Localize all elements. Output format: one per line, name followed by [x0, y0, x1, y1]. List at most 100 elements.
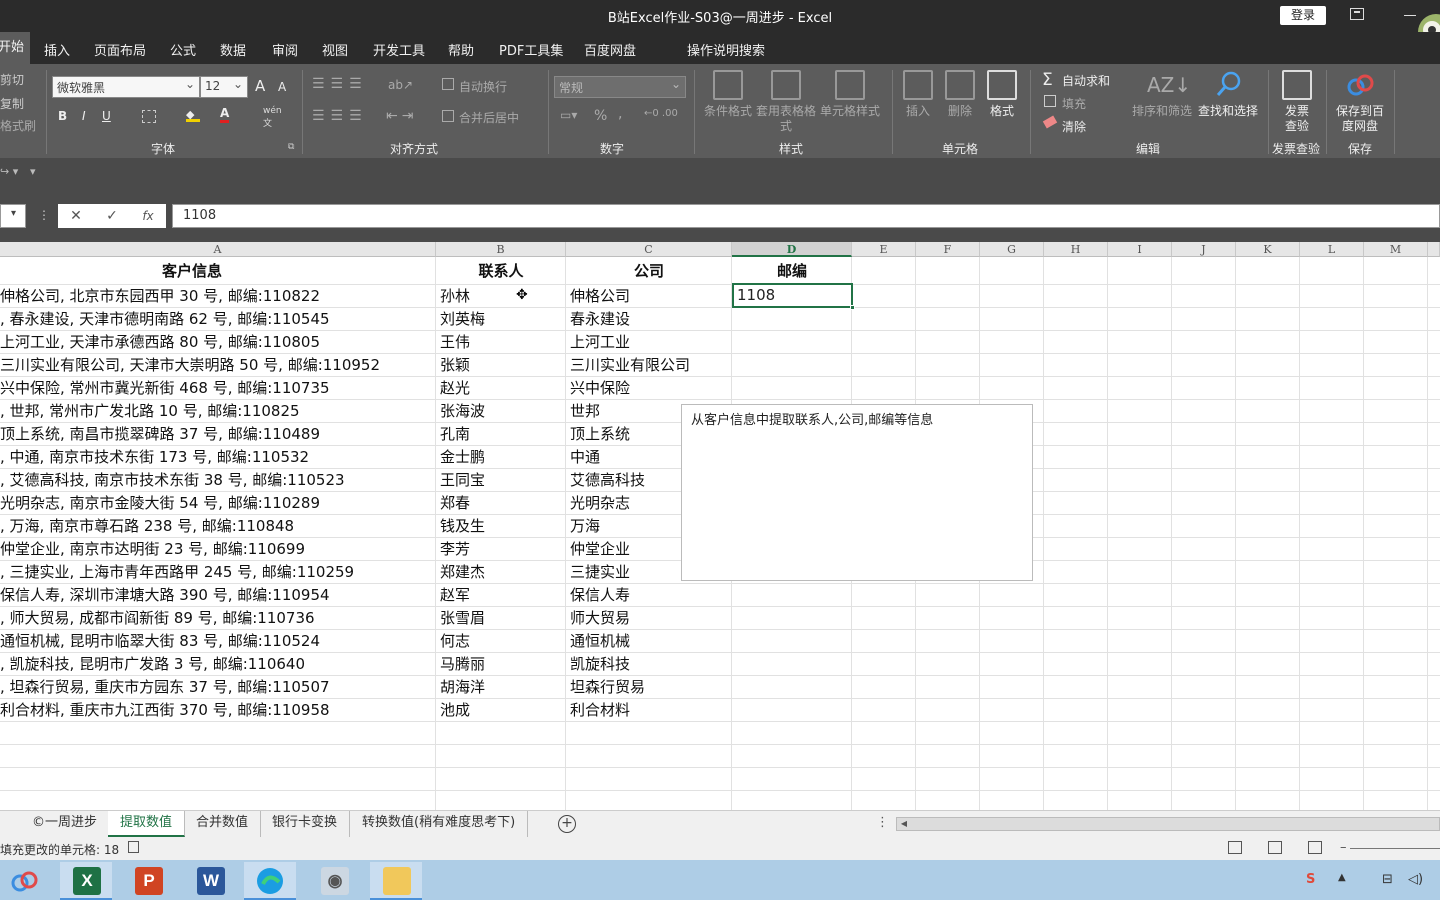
header-cell-customer-info[interactable]: 客户信息 [0, 258, 384, 284]
clear-button[interactable]: 清除 [1062, 118, 1086, 135]
row-cell-company[interactable]: 利合材料 [570, 699, 732, 722]
sheet-tab-convert[interactable]: 转换数值(稍有难度思考下) [350, 811, 529, 837]
taskbar-word[interactable]: W [184, 862, 236, 900]
tab-help[interactable]: 帮助 [448, 40, 474, 59]
normal-view-icon[interactable] [1228, 841, 1242, 854]
tab-developer[interactable]: 开发工具 [373, 40, 425, 59]
vertical-align-icons[interactable]: ☰☰☰ [312, 76, 368, 92]
row-cell-customer-info[interactable]: , 师大贸易, 成都市阎新街 89 号, 邮编:110736 [0, 607, 436, 630]
ribbon-display-options-icon[interactable] [1350, 8, 1364, 20]
wrap-text-button[interactable]: 自动换行 [459, 78, 507, 95]
column-header-m[interactable]: M [1364, 242, 1428, 257]
row-cell-company[interactable]: 兴中保险 [570, 377, 732, 400]
row-cell-company[interactable]: 通恒机械 [570, 630, 732, 653]
column-header-c[interactable]: C [566, 242, 732, 257]
name-box[interactable]: ▾ [0, 204, 26, 228]
row-cell-customer-info[interactable]: 利合材料, 重庆市九江西街 370 号, 邮编:110958 [0, 699, 436, 722]
row-cell-contact[interactable]: 王同宝 [440, 469, 566, 492]
taskbar-edge[interactable] [244, 862, 296, 900]
borders-icon[interactable] [142, 110, 156, 123]
row-cell-contact[interactable]: 郑建杰 [440, 561, 566, 584]
customize-toolbar-icon[interactable]: ▾ [30, 165, 36, 178]
column-header-d[interactable]: D [732, 242, 852, 257]
column-header-i[interactable]: I [1108, 242, 1172, 257]
column-header-g[interactable]: G [980, 242, 1044, 257]
tab-view[interactable]: 视图 [322, 40, 348, 59]
worksheet-grid[interactable]: A B C D E F G H I J K L M 客户信息 联系人 公司 邮编… [0, 242, 1440, 810]
add-sheet-icon[interactable]: + [558, 815, 576, 833]
fill-color-icon[interactable]: ◆ [186, 108, 200, 122]
sheet-tab-merge[interactable]: 合并数值 [184, 811, 262, 837]
network-icon[interactable]: ⊟ [1382, 872, 1393, 887]
merge-center-button[interactable]: 合并后居中 [459, 109, 519, 126]
volume-icon[interactable]: ◁) [1408, 872, 1423, 887]
row-cell-customer-info[interactable]: 兴中保险, 常州市冀光新街 468 号, 邮编:110735 [0, 377, 436, 400]
shrink-font-button[interactable]: A [278, 80, 286, 94]
tab-pdf-tools[interactable]: PDF工具集 [499, 40, 563, 59]
autosum-button[interactable]: 自动求和 [1062, 72, 1110, 89]
row-cell-customer-info[interactable]: 保信人寿, 深圳市津塘大路 390 号, 邮编:110954 [0, 584, 436, 607]
row-cell-contact[interactable]: 何志 [440, 630, 566, 653]
row-cell-contact[interactable]: 刘英梅 [440, 308, 566, 331]
header-cell-postcode[interactable]: 邮编 [732, 258, 852, 284]
taskbar-excel[interactable]: X [60, 862, 112, 900]
find-select-button[interactable]: 查找和选择 [1194, 70, 1262, 119]
format-cells-button[interactable]: 格式 [984, 70, 1020, 119]
tell-me-search[interactable]: 操作说明搜索 [687, 40, 765, 59]
tab-formulas[interactable]: 公式 [170, 40, 196, 59]
italic-button[interactable]: I [82, 109, 86, 123]
cell-styles-button[interactable]: 单元格样式 [816, 70, 884, 119]
row-cell-company[interactable]: 上河工业 [570, 331, 732, 354]
column-header-h[interactable]: H [1044, 242, 1108, 257]
percent-button[interactable]: % [594, 108, 607, 124]
horizontal-align-icons[interactable]: ☰☰☰ [312, 108, 368, 124]
header-cell-contact[interactable]: 联系人 [436, 258, 566, 284]
tab-review[interactable]: 审阅 [272, 40, 298, 59]
row-cell-contact[interactable]: 金士鹏 [440, 446, 566, 469]
more-options-icon[interactable]: ⋮ [876, 815, 889, 830]
login-button[interactable]: 登录 [1280, 6, 1326, 25]
row-cell-customer-info[interactable]: , 中通, 南京市技术东街 173 号, 邮编:110532 [0, 446, 436, 469]
tab-page-layout[interactable]: 页面布局 [94, 40, 146, 59]
tab-insert[interactable]: 插入 [44, 40, 70, 59]
row-cell-contact[interactable]: 孙林 [440, 285, 566, 308]
row-cell-contact[interactable]: 赵军 [440, 584, 566, 607]
row-cell-company[interactable]: 师大贸易 [570, 607, 732, 630]
row-cell-company[interactable]: 保信人寿 [570, 584, 732, 607]
bold-button[interactable]: B [58, 109, 67, 123]
insert-cells-button[interactable]: 插入 [900, 70, 936, 119]
format-painter-button[interactable]: 格式刷 [0, 117, 36, 134]
row-cell-contact[interactable]: 池成 [440, 699, 566, 722]
row-cell-customer-info[interactable]: , 万海, 南京市尊石路 238 号, 邮编:110848 [0, 515, 436, 538]
row-cell-contact[interactable]: 李芳 [440, 538, 566, 561]
tray-expand-icon[interactable]: ▲ [1338, 872, 1346, 883]
row-cell-company[interactable]: 坦森行贸易 [570, 676, 732, 699]
row-cell-customer-info[interactable]: , 坦森行贸易, 重庆市方园东 37 号, 邮编:110507 [0, 676, 436, 699]
delete-cells-button[interactable]: 删除 [942, 70, 978, 119]
currency-icon[interactable]: ▭▾ [560, 108, 577, 122]
row-cell-contact[interactable]: 孔南 [440, 423, 566, 446]
sort-filter-button[interactable]: AZ↓ 排序和筛选 [1128, 70, 1196, 119]
row-cell-customer-info[interactable]: , 春永建设, 天津市德明南路 62 号, 邮编:110545 [0, 308, 436, 331]
header-cell-company[interactable]: 公司 [566, 258, 732, 284]
row-cell-customer-info[interactable]: 光明杂志, 南京市金陵大街 54 号, 邮编:110289 [0, 492, 436, 515]
row-cell-customer-info[interactable]: 上河工业, 天津市承德西路 80 号, 邮编:110805 [0, 331, 436, 354]
taskbar-photos[interactable]: ◉ [308, 862, 360, 900]
row-cell-contact[interactable]: 张颖 [440, 354, 566, 377]
row-cell-contact[interactable]: 张海波 [440, 400, 566, 423]
active-cell-d2[interactable]: 1108 [732, 283, 855, 310]
page-break-view-icon[interactable] [1308, 841, 1322, 854]
insert-function-button[interactable]: fx [130, 204, 166, 228]
conditional-format-button[interactable]: 条件格式 [700, 70, 756, 119]
row-cell-company[interactable]: 凯旋科技 [570, 653, 732, 676]
row-cell-customer-info[interactable]: , 艾德高科技, 南京市技术东街 38 号, 邮编:110523 [0, 469, 436, 492]
comma-button[interactable]: , [618, 106, 622, 122]
row-cell-customer-info[interactable]: 伸格公司, 北京市东园西甲 30 号, 邮编:110822 [0, 285, 436, 308]
column-header-l[interactable]: L [1300, 242, 1364, 257]
column-header-j[interactable]: J [1172, 242, 1236, 257]
cut-button[interactable]: 剪切 [0, 71, 24, 88]
font-color-icon[interactable]: A [220, 106, 230, 123]
row-cell-contact[interactable]: 赵光 [440, 377, 566, 400]
row-cell-customer-info[interactable]: , 世邦, 常州市广发北路 10 号, 邮编:110825 [0, 400, 436, 423]
indent-icons[interactable]: ⇤⇥ [386, 108, 417, 124]
